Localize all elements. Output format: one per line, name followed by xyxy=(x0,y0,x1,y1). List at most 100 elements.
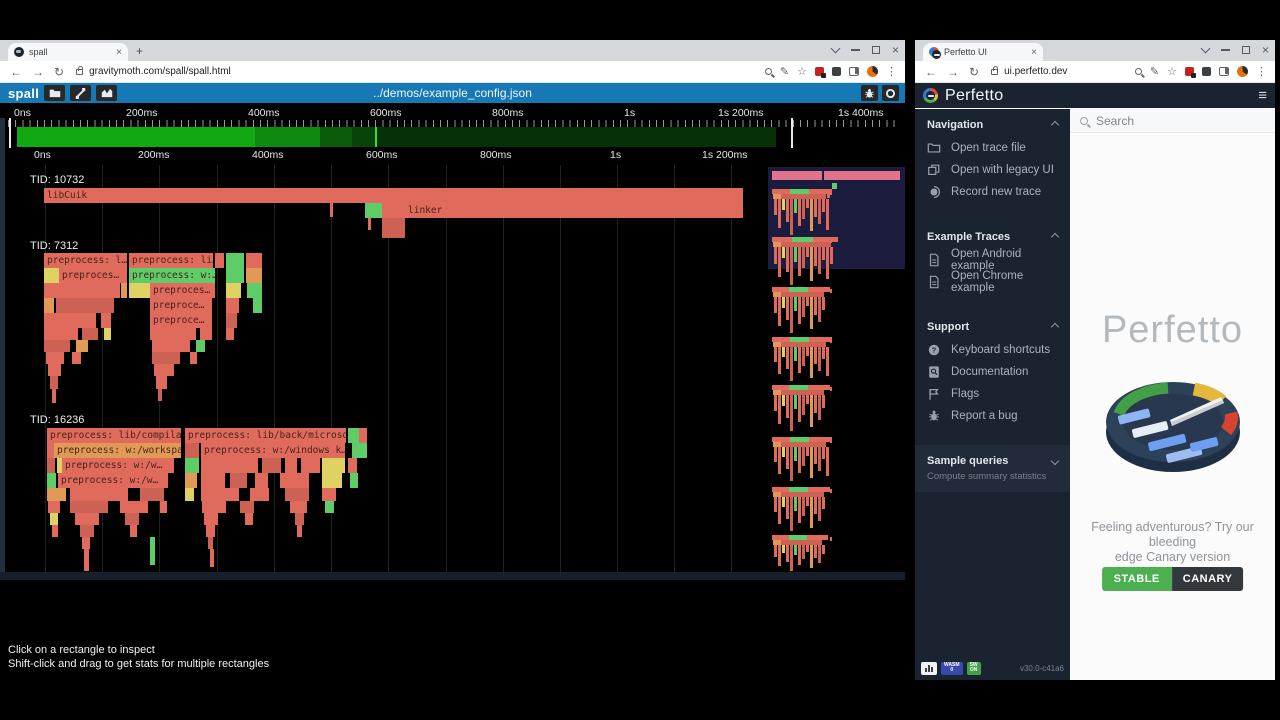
flame-block[interactable] xyxy=(348,428,359,443)
extension-red-icon[interactable] xyxy=(1185,67,1194,76)
flame-block[interactable] xyxy=(84,549,89,571)
flame-block[interactable] xyxy=(226,328,234,340)
menu-icon[interactable]: ⋮ xyxy=(1256,65,1267,78)
flame-block[interactable] xyxy=(240,501,254,513)
flame-block[interactable] xyxy=(210,549,214,567)
flame-block[interactable] xyxy=(52,525,58,537)
flame-block[interactable]: preprocess: l… xyxy=(44,253,127,268)
sidebar-item-open-chrome-example[interactable]: Open Chrome example xyxy=(927,271,1058,293)
chevron-up-icon[interactable] xyxy=(1051,233,1059,241)
tab-close-icon[interactable]: × xyxy=(1031,47,1037,58)
flame-block[interactable]: preprocess: w:/windows k… xyxy=(201,443,345,458)
flame-block[interactable] xyxy=(44,268,59,283)
flame-block[interactable] xyxy=(129,283,150,298)
flame-block[interactable] xyxy=(75,513,99,525)
chevron-up-icon[interactable] xyxy=(1051,323,1059,331)
minimap-activity-segment-3[interactable] xyxy=(352,127,375,147)
flame-block[interactable] xyxy=(226,313,237,328)
flame-block[interactable]: linker xyxy=(405,203,743,218)
browser-tab-spall[interactable]: spall × xyxy=(8,43,128,61)
tab-close-icon[interactable]: × xyxy=(116,47,122,58)
side-panel-icon[interactable] xyxy=(849,67,859,76)
flame-block[interactable] xyxy=(322,488,336,501)
minimize-icon[interactable] xyxy=(1221,49,1230,51)
flame-block[interactable] xyxy=(152,340,190,352)
sidebar-item-report-a-bug[interactable]: Report a bug xyxy=(927,405,1058,427)
bug-button[interactable] xyxy=(861,85,878,101)
flame-block[interactable] xyxy=(190,352,197,364)
flame-block[interactable] xyxy=(206,525,215,537)
flame-block[interactable]: preproces… xyxy=(59,268,127,283)
flame-block[interactable] xyxy=(44,313,96,328)
forward-icon[interactable]: → xyxy=(32,65,44,79)
sidebar-section-header[interactable]: Support xyxy=(927,321,1058,333)
flame-block[interactable] xyxy=(262,458,281,473)
flame-block[interactable] xyxy=(44,340,70,352)
search-input[interactable]: Search xyxy=(1096,114,1134,128)
chevron-up-icon[interactable] xyxy=(1051,121,1059,129)
zoom-icon[interactable] xyxy=(765,68,772,75)
flame-block[interactable] xyxy=(80,525,94,537)
menu-icon[interactable]: ⋮ xyxy=(886,65,897,78)
stable-button[interactable]: STABLE xyxy=(1102,567,1172,591)
chevron-down-icon[interactable] xyxy=(1051,457,1059,465)
flame-block[interactable] xyxy=(185,458,199,473)
flame-block[interactable]: preproce… xyxy=(150,313,212,328)
flame-block[interactable] xyxy=(48,501,60,513)
flame-block[interactable] xyxy=(382,218,405,238)
flame-block[interactable] xyxy=(82,537,90,549)
minimize-icon[interactable] xyxy=(851,49,860,51)
forward-icon[interactable]: → xyxy=(947,65,959,79)
maximize-icon[interactable] xyxy=(872,46,880,54)
trace-canvas[interactable]: Click on a rectangle to inspect Shift-cl… xyxy=(0,103,905,680)
flame-block[interactable] xyxy=(196,340,205,352)
flame-block[interactable] xyxy=(154,364,174,376)
flame-block[interactable] xyxy=(70,488,128,501)
flame-block[interactable] xyxy=(365,203,382,218)
zoom-icon[interactable] xyxy=(1135,68,1142,75)
flame-block[interactable] xyxy=(246,253,262,268)
flame-block[interactable] xyxy=(348,458,357,473)
flame-block[interactable] xyxy=(125,513,139,525)
flame-block[interactable] xyxy=(201,458,258,473)
flame-block[interactable] xyxy=(322,473,342,488)
flame-block[interactable]: preprocess: li… xyxy=(129,253,213,268)
flame-block[interactable] xyxy=(44,298,54,313)
avatar[interactable] xyxy=(867,66,878,77)
sidebar-item-flags[interactable]: Flags xyxy=(927,383,1058,405)
address-bar[interactable]: ui.perfetto.dev xyxy=(1004,66,1135,77)
flame-block[interactable] xyxy=(160,501,167,513)
restore-down-icon[interactable] xyxy=(831,44,841,54)
flame-block[interactable] xyxy=(76,340,88,352)
search-bar[interactable]: Search xyxy=(1070,109,1275,133)
flame-block[interactable] xyxy=(255,473,268,488)
flame-block[interactable] xyxy=(226,298,239,313)
reload-icon[interactable]: ↻ xyxy=(54,65,64,79)
flame-block[interactable] xyxy=(245,513,253,525)
flame-block[interactable] xyxy=(382,203,405,218)
flame-block[interactable] xyxy=(150,328,196,340)
flame-block[interactable] xyxy=(250,488,269,501)
flame-block[interactable] xyxy=(201,488,239,501)
histogram-button[interactable] xyxy=(96,85,117,101)
flame-block[interactable] xyxy=(200,328,212,340)
flame-block[interactable]: preprocess: w:/w… xyxy=(58,473,168,488)
hamburger-menu-icon[interactable]: ≡ xyxy=(1258,87,1267,104)
flame-block[interactable] xyxy=(47,458,55,473)
flame-block[interactable] xyxy=(230,473,247,488)
flame-block[interactable] xyxy=(47,473,56,488)
flame-block[interactable] xyxy=(47,488,66,501)
flame-block[interactable] xyxy=(204,513,218,525)
restore-down-icon[interactable] xyxy=(1201,44,1211,54)
open-folder-button[interactable] xyxy=(44,85,65,101)
flame-block[interactable] xyxy=(295,513,304,525)
minimap-activity-segment-1[interactable] xyxy=(255,127,320,147)
extensions-icon[interactable] xyxy=(832,67,841,76)
flame-block[interactable] xyxy=(280,473,309,488)
side-panel-icon[interactable] xyxy=(1219,67,1229,76)
canary-button[interactable]: CANARY xyxy=(1172,567,1244,591)
flame-block[interactable] xyxy=(253,298,262,313)
minimap-activity-segment-5[interactable] xyxy=(377,127,776,147)
flame-block[interactable] xyxy=(330,203,333,217)
flame-block[interactable] xyxy=(202,501,226,513)
